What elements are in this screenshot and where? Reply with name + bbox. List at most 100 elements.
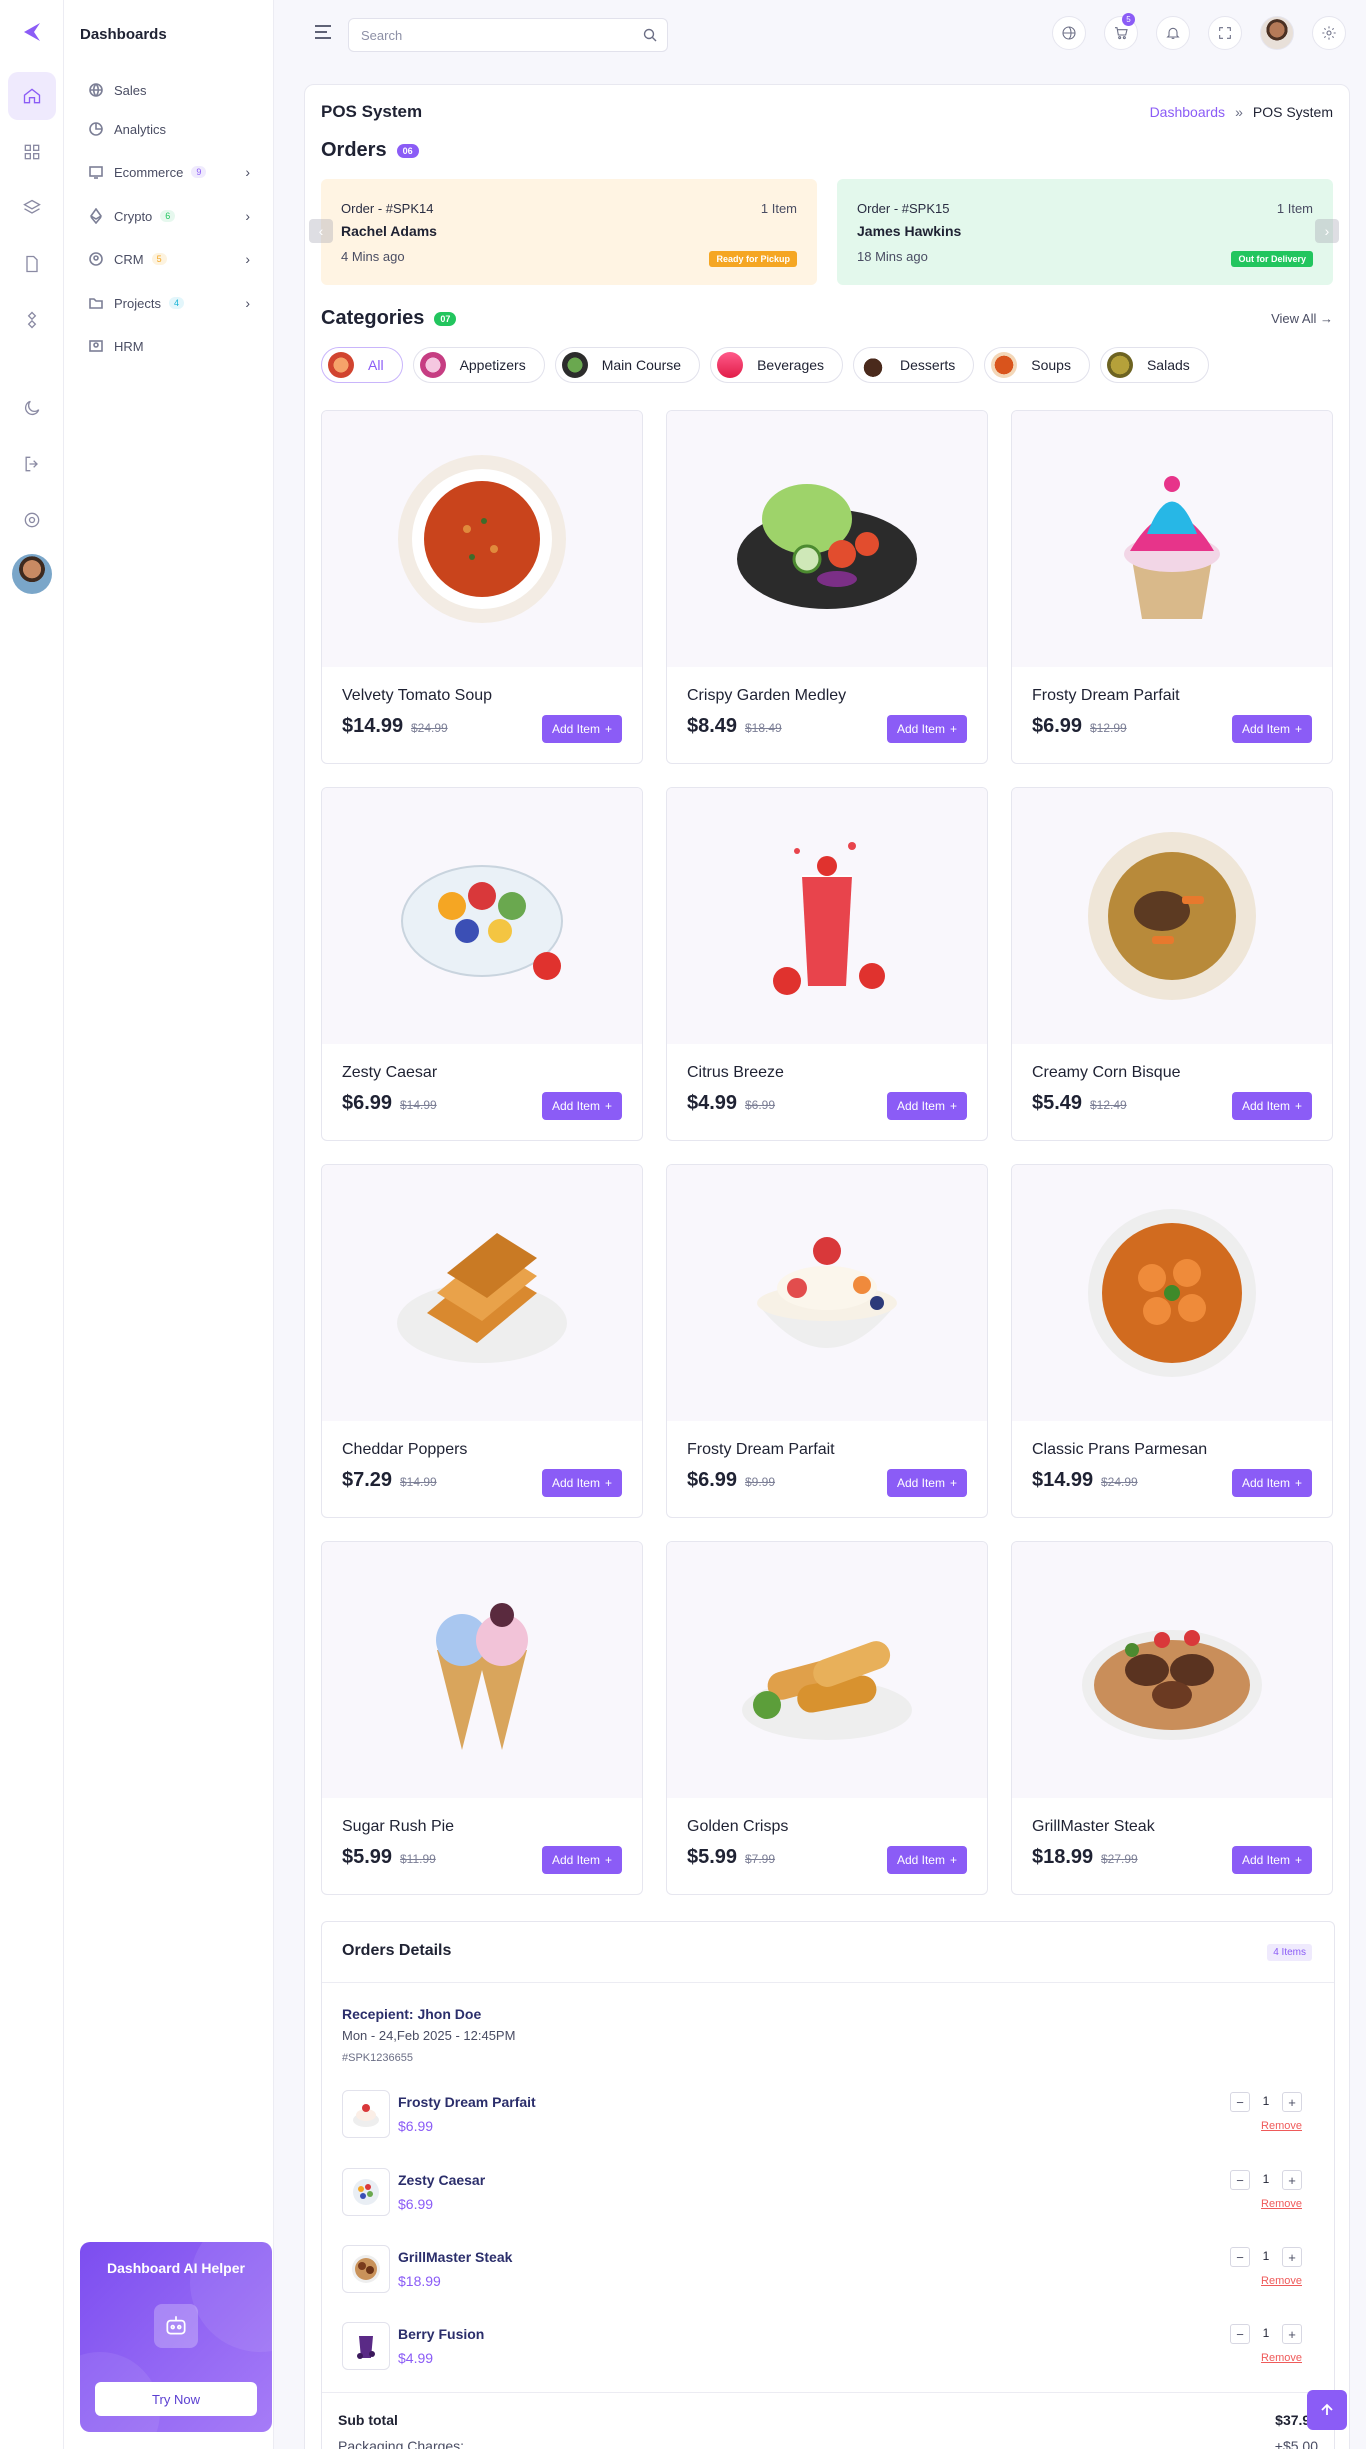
view-all-link[interactable]: View All → bbox=[1271, 311, 1333, 326]
plus-icon: + bbox=[604, 1476, 612, 1490]
category-label: Appetizers bbox=[459, 357, 526, 373]
add-item-button[interactable]: Add Item + bbox=[886, 1469, 967, 1497]
product-image bbox=[1012, 411, 1332, 667]
decrement-button[interactable]: − bbox=[1230, 2247, 1250, 2267]
decrement-button[interactable]: − bbox=[1230, 2170, 1250, 2190]
product-old-price: $24.99 bbox=[1101, 1475, 1138, 1489]
order-card[interactable]: Order - #SPK14 1 Item Rachel Adams 4 Min… bbox=[321, 179, 817, 285]
sidebar-badge: 5 bbox=[151, 253, 167, 265]
product-image bbox=[1012, 1542, 1332, 1798]
quantity-value[interactable]: 1 bbox=[1258, 2172, 1274, 2186]
increment-button[interactable]: + bbox=[1282, 2092, 1302, 2112]
carousel-next-icon[interactable]: › bbox=[1315, 219, 1339, 243]
sidebar-item-crypto[interactable]: Crypto 6 › bbox=[88, 205, 264, 227]
robot-icon bbox=[154, 2304, 198, 2348]
add-item-button[interactable]: Add Item + bbox=[541, 1092, 622, 1120]
add-item-button[interactable]: Add Item + bbox=[1231, 1846, 1312, 1874]
home-icon[interactable] bbox=[8, 72, 56, 120]
logout-icon[interactable] bbox=[8, 440, 56, 488]
add-item-button[interactable]: Add Item + bbox=[886, 1846, 967, 1874]
item-name: Frosty Dream Parfait bbox=[398, 2094, 536, 2110]
quantity-value[interactable]: 1 bbox=[1258, 2326, 1274, 2340]
search-icon[interactable] bbox=[643, 28, 657, 42]
sidebar-item-hrm[interactable]: HRM bbox=[88, 335, 264, 357]
category-chip-desserts[interactable]: Desserts bbox=[853, 347, 975, 383]
decrement-button[interactable]: − bbox=[1230, 2092, 1250, 2112]
moon-icon[interactable] bbox=[8, 384, 56, 432]
add-item-button[interactable]: Add Item + bbox=[1231, 1469, 1312, 1497]
sidebar-item-ecommerce[interactable]: Ecommerce 9 › bbox=[88, 161, 264, 183]
sidebar-item-projects[interactable]: Projects 4 › bbox=[88, 292, 264, 314]
order-time: 18 Mins ago bbox=[857, 249, 928, 264]
sidebar-item-sales[interactable]: Sales bbox=[88, 79, 264, 101]
header-avatar[interactable] bbox=[1260, 16, 1294, 50]
bell-icon[interactable] bbox=[1156, 16, 1190, 50]
cart-icon[interactable]: 5 bbox=[1104, 13, 1138, 50]
item-price: $6.99 bbox=[398, 2196, 434, 2212]
grid-icon[interactable] bbox=[8, 128, 56, 176]
category-chip-salads[interactable]: Salads bbox=[1099, 347, 1209, 383]
components-icon[interactable] bbox=[8, 296, 56, 344]
category-chip-main-course[interactable]: Main Course bbox=[554, 347, 701, 383]
increment-button[interactable]: + bbox=[1282, 2324, 1302, 2344]
order-card[interactable]: Order - #SPK15 1 Item James Hawkins 18 M… bbox=[837, 179, 1333, 285]
remove-link[interactable]: Remove bbox=[1261, 2198, 1302, 2210]
item-name: GrillMaster Steak bbox=[398, 2249, 513, 2265]
product-card[interactable]: Frosty Dream Parfait $6.99 $9.99 Add Item + bbox=[666, 1164, 988, 1518]
increment-button[interactable]: + bbox=[1282, 2170, 1302, 2190]
product-card[interactable]: Creamy Corn Bisque $5.49 $12.49 Add Item + bbox=[1011, 787, 1333, 1141]
decrement-button[interactable]: − bbox=[1230, 2324, 1250, 2344]
scroll-to-top-button[interactable] bbox=[1307, 2390, 1347, 2430]
product-card[interactable]: Velvety Tomato Soup $14.99 $24.99 Add Item + bbox=[321, 410, 643, 764]
sidebar: Dashboards Sales Analytics Ecommerce 9 ›… bbox=[64, 0, 274, 2449]
file-icon[interactable] bbox=[8, 240, 56, 288]
sidebar-item-analytics[interactable]: Analytics bbox=[88, 118, 264, 140]
remove-link[interactable]: Remove bbox=[1261, 2120, 1302, 2132]
sidebar-item-crm[interactable]: CRM 5 › bbox=[88, 248, 264, 270]
category-chip-beverages[interactable]: Beverages bbox=[710, 347, 844, 383]
category-chip-appetizers[interactable]: Appetizers bbox=[412, 347, 545, 383]
add-item-button[interactable]: Add Item + bbox=[541, 1469, 622, 1497]
add-item-button[interactable]: Add Item + bbox=[541, 715, 622, 743]
product-card[interactable]: Golden Crisps $5.99 $7.99 Add Item + bbox=[666, 1541, 988, 1895]
remove-link[interactable]: Remove bbox=[1261, 2352, 1302, 2364]
increment-button[interactable]: + bbox=[1282, 2247, 1302, 2267]
quantity-value[interactable]: 1 bbox=[1258, 2249, 1274, 2263]
try-now-button[interactable]: Try Now bbox=[95, 2382, 257, 2416]
quantity-value[interactable]: 1 bbox=[1258, 2094, 1274, 2108]
product-price: $7.29 bbox=[342, 1469, 393, 1491]
product-image bbox=[1012, 788, 1332, 1044]
product-name: Golden Crisps bbox=[687, 1818, 789, 1835]
add-item-button[interactable]: Add Item + bbox=[541, 1846, 622, 1874]
product-card[interactable]: Crispy Garden Medley $8.49 $18.49 Add Item + bbox=[666, 410, 988, 764]
status-badge: Ready for Pickup bbox=[709, 251, 797, 267]
search-input[interactable]: Search bbox=[348, 18, 668, 52]
fullscreen-icon[interactable] bbox=[1208, 16, 1242, 50]
settings-gear-icon[interactable] bbox=[1312, 16, 1346, 50]
add-item-label: Add Item bbox=[1241, 1853, 1290, 1867]
category-chip-all[interactable]: All bbox=[321, 347, 403, 383]
add-item-button[interactable]: Add Item + bbox=[886, 1092, 967, 1120]
user-avatar[interactable] bbox=[12, 554, 52, 594]
target-icon[interactable] bbox=[8, 496, 56, 544]
layers-icon[interactable] bbox=[8, 184, 56, 232]
product-card[interactable]: GrillMaster Steak $18.99 $27.99 Add Item + bbox=[1011, 1541, 1333, 1895]
product-card[interactable]: Citrus Breeze $4.99 $6.99 Add Item + bbox=[666, 787, 988, 1141]
product-card[interactable]: Zesty Caesar $6.99 $14.99 Add Item + bbox=[321, 787, 643, 1141]
add-item-button[interactable]: Add Item + bbox=[886, 715, 967, 743]
remove-link[interactable]: Remove bbox=[1261, 2275, 1302, 2287]
menu-toggle-icon[interactable] bbox=[314, 24, 332, 40]
product-card[interactable]: Frosty Dream Parfait $6.99 $12.99 Add Item + bbox=[1011, 410, 1333, 764]
breadcrumb-link[interactable]: Dashboards bbox=[1150, 104, 1226, 120]
product-image bbox=[322, 411, 642, 667]
product-card[interactable]: Cheddar Poppers $7.29 $14.99 Add Item + bbox=[321, 1164, 643, 1518]
carousel-prev-icon[interactable]: ‹ bbox=[309, 219, 333, 243]
language-icon[interactable] bbox=[1052, 16, 1086, 50]
logo-icon[interactable] bbox=[20, 20, 44, 44]
category-chip-soups[interactable]: Soups bbox=[984, 347, 1090, 383]
add-item-button[interactable]: Add Item + bbox=[1231, 715, 1312, 743]
add-item-label: Add Item bbox=[896, 1099, 945, 1113]
add-item-button[interactable]: Add Item + bbox=[1231, 1092, 1312, 1120]
product-card[interactable]: Classic Prans Parmesan $14.99 $24.99 Add It… bbox=[1011, 1164, 1333, 1518]
product-card[interactable]: Sugar Rush Pie $5.99 $11.99 Add Item + bbox=[321, 1541, 643, 1895]
